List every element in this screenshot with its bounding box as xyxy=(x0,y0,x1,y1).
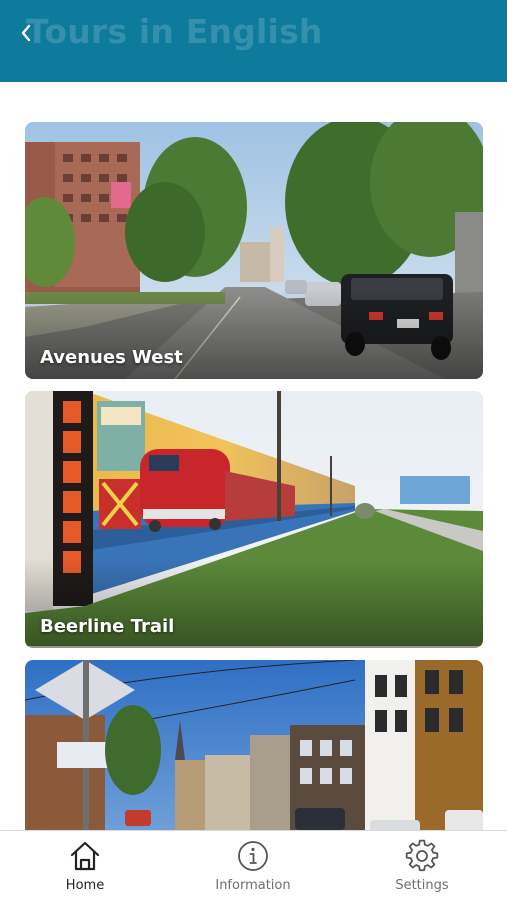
tour-card-beerline-trail[interactable]: Beerline Trail xyxy=(25,391,483,648)
tab-home-label: Home xyxy=(65,878,105,893)
tour-title: Beerline Trail xyxy=(40,616,175,637)
tour-title: Avenues West xyxy=(40,347,183,368)
tab-information[interactable]: Information xyxy=(198,831,308,900)
info-icon xyxy=(238,841,268,871)
tab-information-label: Information xyxy=(215,878,291,893)
tab-settings-label: Settings xyxy=(395,878,449,893)
tab-settings[interactable]: Settings xyxy=(367,831,477,900)
tour-list[interactable]: Avenues West Beerline Trail xyxy=(0,82,507,830)
page-title: Tours in English xyxy=(26,12,323,51)
gear-icon xyxy=(405,839,439,872)
tab-home[interactable]: Home xyxy=(30,831,140,900)
tour-image-avenues-west xyxy=(25,122,483,379)
app-header: Tours in English xyxy=(0,0,507,82)
tour-card-3[interactable] xyxy=(25,660,483,830)
tour-image-beerline-trail xyxy=(25,391,483,648)
home-icon xyxy=(70,841,100,871)
tour-card-avenues-west[interactable]: Avenues West xyxy=(25,122,483,379)
tour-image-street xyxy=(25,660,483,830)
bottom-tab-bar: Home Information Settings xyxy=(0,830,507,900)
